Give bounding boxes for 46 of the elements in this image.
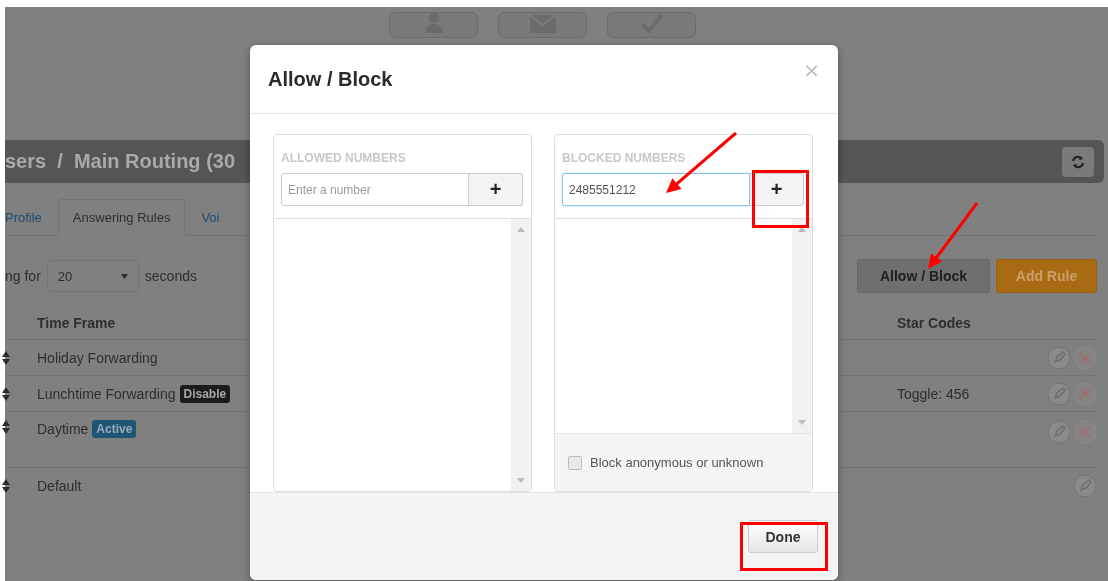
allow-block-button[interactable]: Allow / Block (857, 259, 990, 293)
delete-icon[interactable] (1073, 381, 1097, 406)
status-badge: Active (92, 420, 137, 438)
drag-handle-icon[interactable] (2, 350, 10, 365)
tab[interactable]: Profile (5, 200, 42, 235)
checkbox-label: Block anonymous or unknown (590, 455, 764, 470)
scroll-up-icon[interactable] (517, 227, 525, 232)
tab[interactable]: Answering Rules (57, 199, 186, 236)
refresh-button[interactable] (1062, 146, 1094, 177)
add-button[interactable]: + (469, 173, 523, 206)
drag-handle-icon[interactable] (2, 478, 10, 493)
breadcrumb: sers / Main Routing (30 (5, 150, 236, 173)
time-frame-text: Daytime (37, 421, 89, 437)
delete-icon[interactable] (1073, 345, 1097, 370)
caret-icon (120, 273, 128, 279)
column-header: Star Codes (897, 315, 972, 331)
highlight-box (752, 170, 809, 228)
checkbox[interactable] (568, 455, 582, 470)
drag-handle-icon[interactable] (2, 420, 10, 434)
refresh-icon (1071, 154, 1085, 169)
time-frame-text: Holiday Forwarding (37, 349, 158, 366)
add-rule-button[interactable]: Add Rule (996, 259, 1097, 293)
drag-handle-icon[interactable] (2, 386, 10, 401)
add-button[interactable]: + (750, 173, 804, 206)
time-frame-text: Lunchtime Forwarding (37, 385, 176, 402)
time-frame-text: Default (37, 477, 82, 494)
column-header: Time Frame (36, 315, 117, 331)
star-code-text: Toggle: 456 (897, 385, 970, 402)
numbers-list[interactable] (274, 218, 531, 491)
seconds-select[interactable]: 20 (46, 260, 139, 292)
dialog-title: Allow / Block (268, 67, 393, 91)
number-input[interactable]: Enter a number (281, 173, 469, 206)
edit-icon[interactable] (1073, 473, 1097, 498)
status-badge: Disable (179, 384, 231, 403)
edit-icon[interactable] (1047, 381, 1071, 406)
scroll-down-icon[interactable] (798, 420, 806, 425)
number-input[interactable]: 2485551212 (562, 173, 750, 206)
scroll-up-icon[interactable] (798, 227, 806, 232)
ring-label: ng for (5, 268, 41, 284)
delete-icon[interactable] (1073, 420, 1097, 444)
unit-label: seconds (144, 268, 197, 284)
scroll-down-icon[interactable] (517, 478, 525, 483)
edit-icon[interactable] (1047, 345, 1071, 370)
edit-icon[interactable] (1047, 420, 1071, 444)
close-button[interactable]: × (803, 58, 820, 82)
tab[interactable]: Voi (201, 200, 220, 235)
